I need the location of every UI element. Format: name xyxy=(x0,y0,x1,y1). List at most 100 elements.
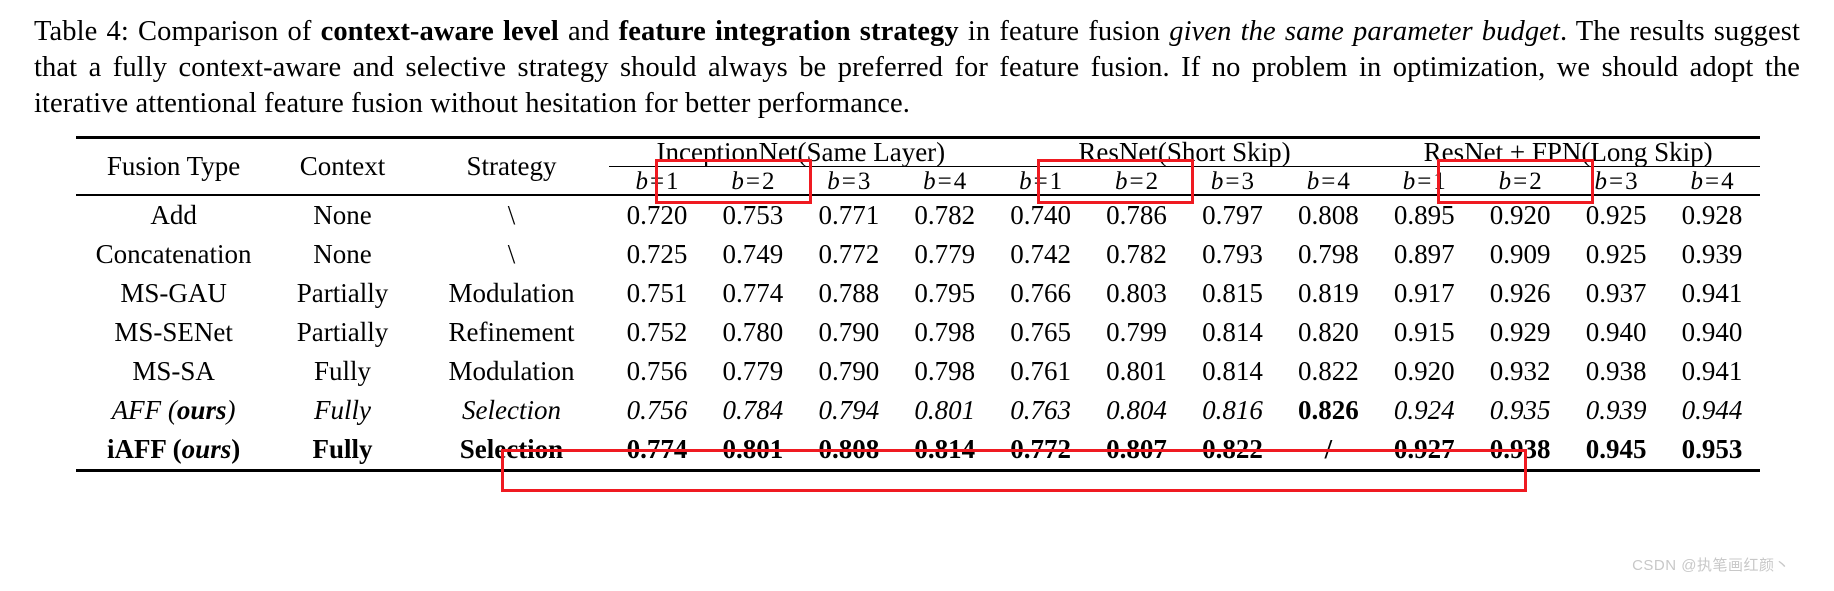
cell-value: 0.798 xyxy=(1297,238,1359,269)
cell-value: 0.935 xyxy=(1489,394,1551,425)
cell-value: 0.788 xyxy=(818,277,880,308)
cell-fusion-type: AFF (ours) xyxy=(76,391,271,430)
cell-context: Partially xyxy=(296,277,389,308)
ours-marker: ours xyxy=(176,394,227,425)
eq: = xyxy=(1513,167,1528,195)
sub-header-resnet-b4: b=4 xyxy=(1280,169,1376,195)
cell-value: 0.909 xyxy=(1489,238,1551,269)
sub-header-incep-b1: b=1 xyxy=(609,169,705,195)
col-header-strategy: Strategy xyxy=(466,150,557,181)
caption-mid1: and xyxy=(558,16,619,47)
cell-value: 0.751 xyxy=(626,277,688,308)
caption-mid2: in feature fusion xyxy=(958,16,1170,47)
cell-value: 0.803 xyxy=(1106,277,1167,308)
sym: b xyxy=(827,167,840,195)
cell-value: / xyxy=(1324,433,1333,464)
group-name-resnet-fpn: ResNet + FPN xyxy=(1423,137,1582,167)
cell-strategy: Refinement xyxy=(448,316,575,347)
caption-italic-budget: given the same parameter budget xyxy=(1169,16,1560,47)
paren-close: ) xyxy=(231,433,241,464)
cell-strategy: Modulation xyxy=(448,277,575,308)
eq: = xyxy=(1704,167,1720,195)
table-row: MS-SENet Partially Refinement 0.752 0.780 0.7… xyxy=(76,313,1760,352)
sub-header-fpn-b2: b=2 xyxy=(1472,169,1568,195)
cell-value: 0.793 xyxy=(1202,238,1263,269)
sub-header-incep-b4: b=4 xyxy=(897,169,993,195)
cell-value: 0.753 xyxy=(722,199,784,230)
cell-context: Fully xyxy=(312,433,373,464)
idx: 3 xyxy=(857,167,871,195)
cell-value: 0.742 xyxy=(1010,238,1071,269)
eq: = xyxy=(1225,167,1240,195)
sub-header-fpn-b4: b=4 xyxy=(1664,169,1760,195)
csdn-watermark: CSDN @执笔画红颜丶 xyxy=(1632,557,1790,574)
cell-value: 0.780 xyxy=(722,316,784,347)
sym: b xyxy=(1690,167,1703,195)
cell-value: 0.940 xyxy=(1681,316,1743,347)
cell-value: 0.797 xyxy=(1202,199,1263,230)
cell-value: 0.819 xyxy=(1297,277,1359,308)
cell-strategy: Selection xyxy=(461,394,561,425)
cell-value: 0.928 xyxy=(1681,199,1743,230)
cell-value: 0.761 xyxy=(1010,355,1071,386)
cell-fusion-type: Concatenation xyxy=(95,238,252,269)
table-row: Concatenation None \ 0.725 0.749 0.772 0.779 0.… xyxy=(76,235,1760,274)
cell-fusion-type: Add xyxy=(150,199,197,230)
cell-value: 0.814 xyxy=(914,433,976,464)
table-figure-page: Table 4: Comparison of context-aware lev… xyxy=(0,0,1834,591)
cell-value: 0.801 xyxy=(914,394,976,425)
cell-strategy: Modulation xyxy=(448,355,575,386)
eq: = xyxy=(937,167,952,195)
cell-strategy: \ xyxy=(507,199,516,230)
group-header-resnet: ResNet(Short Skip) xyxy=(993,139,1377,167)
cell-value: 0.816 xyxy=(1202,394,1263,425)
cell-fusion-type: iAFF (ours) xyxy=(76,430,271,471)
group-name-inceptionnet: InceptionNet xyxy=(656,137,798,167)
paren-close: ) xyxy=(226,394,236,425)
cell-context: Fully xyxy=(314,394,372,425)
sym: b xyxy=(1114,167,1128,195)
eq: = xyxy=(649,167,665,195)
table-row: Add None \ 0.720 0.753 0.771 0.782 0.740 0.786 0.… xyxy=(76,196,1760,235)
cell-value: 0.765 xyxy=(1010,316,1071,347)
cell-value: 0.820 xyxy=(1297,316,1359,347)
cell-value: 0.939 xyxy=(1681,238,1743,269)
cell-value: 0.815 xyxy=(1202,277,1263,308)
group-header-row: Fusion Type Context Strategy InceptionNe… xyxy=(76,137,1760,180)
cell-value: 0.897 xyxy=(1393,238,1455,269)
idx: 3 xyxy=(1241,167,1254,195)
sub-header-incep-b3: b=3 xyxy=(801,169,897,195)
cell-value: 0.925 xyxy=(1585,199,1647,230)
fusion-type-name: iAFF ( xyxy=(106,433,182,464)
sub-header-resnet-b2: b=2 xyxy=(1089,169,1185,195)
cell-value: 0.725 xyxy=(626,238,688,269)
cell-value: 0.938 xyxy=(1585,355,1647,386)
cell-value: 0.920 xyxy=(1489,199,1551,230)
cell-strategy: Selection xyxy=(459,433,564,464)
cell-value: 0.808 xyxy=(818,433,880,464)
idx: 1 xyxy=(666,167,679,195)
sym: b xyxy=(1210,167,1224,195)
cell-value: 0.801 xyxy=(722,433,784,464)
cell-value: 0.799 xyxy=(1106,316,1167,347)
cell-value: 0.932 xyxy=(1489,355,1551,386)
cell-value: 0.798 xyxy=(914,316,976,347)
cell-value: 0.917 xyxy=(1393,277,1455,308)
eq: = xyxy=(1609,167,1624,195)
results-table-container: Fusion Type Context Strategy InceptionNe… xyxy=(30,136,1804,492)
cell-strategy: \ xyxy=(507,238,516,269)
cell-context: Fully xyxy=(314,355,372,386)
group-header-resnet-fpn: ResNet + FPN(Long Skip) xyxy=(1376,139,1760,167)
cell-value: 0.826 xyxy=(1280,391,1376,430)
caption-prefix: Table 4: Comparison of xyxy=(34,16,321,47)
sym: b xyxy=(923,167,936,195)
group-highlight-long-skip: (Long Skip) xyxy=(1581,137,1713,167)
caption-bold-context-aware-level: context-aware level xyxy=(320,16,559,47)
cell-value: 0.790 xyxy=(818,316,880,347)
eq: = xyxy=(1033,167,1048,195)
col-header-fusion-type: Fusion Type xyxy=(106,150,241,181)
cell-value: 0.938 xyxy=(1489,433,1551,464)
cell-value: 0.782 xyxy=(1106,238,1167,269)
cell-value: 0.944 xyxy=(1681,394,1743,425)
cell-fusion-type: MS-GAU xyxy=(120,277,227,308)
